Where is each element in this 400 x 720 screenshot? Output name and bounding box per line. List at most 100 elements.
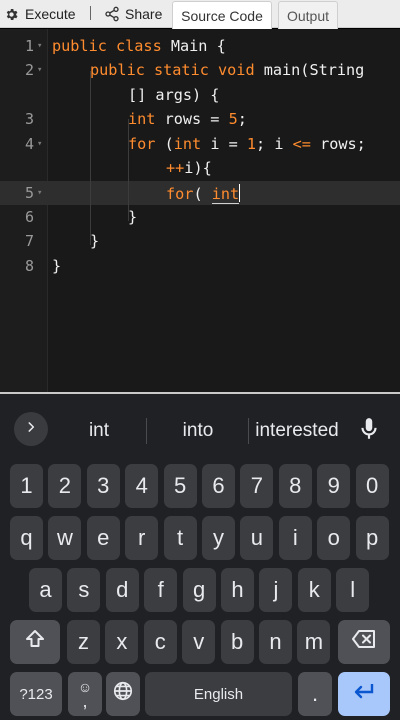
key-b[interactable]: b bbox=[220, 620, 254, 664]
line-number: 7 bbox=[24, 232, 34, 250]
key-o[interactable]: o bbox=[317, 516, 351, 560]
shift-arrow-icon bbox=[23, 627, 47, 657]
fold-icon[interactable]: ▾ bbox=[37, 188, 45, 198]
key-p[interactable]: p bbox=[355, 516, 389, 560]
key-8[interactable]: 8 bbox=[278, 464, 312, 508]
enter-key[interactable] bbox=[338, 672, 390, 716]
backspace-icon bbox=[351, 628, 377, 656]
line-number: 8 bbox=[24, 257, 34, 275]
key-l[interactable]: l bbox=[336, 568, 370, 612]
key-v[interactable]: v bbox=[182, 620, 216, 664]
execute-button[interactable]: Execute bbox=[4, 0, 76, 28]
code-text: rows; bbox=[310, 135, 366, 153]
code-line: int rows = 5; bbox=[128, 110, 247, 128]
code-editor[interactable]: 1 ▾ 2 ▾ 3 4 ▾ 5 ▾ 6 7 8 public class Mai… bbox=[0, 29, 400, 392]
keyword: public class bbox=[52, 37, 162, 55]
gear-icon bbox=[4, 7, 19, 22]
code-text: ( bbox=[155, 135, 174, 153]
number-literal: 1 bbox=[246, 135, 257, 153]
key-a[interactable]: a bbox=[29, 568, 62, 612]
code-line: } bbox=[90, 232, 100, 250]
typed-word: int bbox=[211, 185, 240, 204]
code-text: rows = bbox=[155, 110, 229, 128]
key-2[interactable]: 2 bbox=[48, 464, 82, 508]
key-c[interactable]: c bbox=[143, 620, 177, 664]
number-literal: 5 bbox=[228, 110, 238, 128]
code-line-current: for( int bbox=[166, 184, 241, 204]
key-4[interactable]: 4 bbox=[125, 464, 159, 508]
code-line: for (int i = 1; i <= rows; bbox=[128, 135, 366, 153]
key-h[interactable]: h bbox=[221, 568, 254, 612]
tab-source-code[interactable]: Source Code bbox=[172, 1, 272, 29]
key-s[interactable]: s bbox=[67, 568, 101, 612]
globe-icon bbox=[112, 680, 134, 708]
key-g[interactable]: g bbox=[182, 568, 216, 612]
tab-output[interactable]: Output bbox=[278, 1, 338, 29]
line-number: 4 bbox=[24, 135, 34, 153]
key-f[interactable]: f bbox=[144, 568, 178, 612]
key-1[interactable]: 1 bbox=[10, 464, 43, 508]
suggestions-expand-button[interactable] bbox=[14, 412, 48, 446]
code-line: } bbox=[52, 257, 62, 275]
key-0[interactable]: 0 bbox=[355, 464, 389, 508]
key-i[interactable]: i bbox=[278, 516, 312, 560]
comma-label: , bbox=[82, 691, 88, 711]
code-line: } bbox=[128, 208, 138, 226]
key-x[interactable]: x bbox=[105, 620, 139, 664]
line-number: 6 bbox=[24, 208, 34, 226]
share-button[interactable]: Share bbox=[104, 0, 162, 28]
line-number: 3 bbox=[24, 110, 34, 128]
share-icon bbox=[104, 6, 120, 22]
suggestion-item[interactable]: int bbox=[62, 420, 136, 442]
indent-guide bbox=[90, 71, 91, 245]
key-r[interactable]: r bbox=[125, 516, 159, 560]
key-n[interactable]: n bbox=[259, 620, 292, 664]
keyword: for bbox=[128, 135, 156, 153]
key-5[interactable]: 5 bbox=[163, 464, 197, 508]
fold-icon[interactable]: ▾ bbox=[37, 65, 45, 75]
keyword: public static void bbox=[90, 61, 255, 79]
symbols-key[interactable]: ?123 bbox=[10, 672, 62, 716]
key-j[interactable]: j bbox=[259, 568, 293, 612]
space-key[interactable]: English bbox=[145, 672, 292, 716]
key-d[interactable]: d bbox=[105, 568, 139, 612]
keyword: int bbox=[173, 135, 202, 153]
suggestion-bar: int into interested bbox=[0, 394, 400, 456]
fold-icon[interactable]: ▾ bbox=[37, 41, 45, 51]
key-y[interactable]: y bbox=[202, 516, 235, 560]
suggestion-item[interactable]: interested bbox=[252, 420, 342, 442]
key-k[interactable]: k bbox=[297, 568, 331, 612]
code-line: public static void main(String bbox=[90, 61, 364, 79]
key-3[interactable]: 3 bbox=[86, 464, 120, 508]
backspace-key[interactable] bbox=[338, 620, 390, 664]
keyword: int bbox=[128, 110, 156, 128]
emoji-comma-key[interactable]: ☺, bbox=[68, 672, 102, 716]
suggestion-item[interactable]: into bbox=[158, 420, 238, 442]
key-m[interactable]: m bbox=[297, 620, 331, 664]
shift-key[interactable] bbox=[10, 620, 60, 664]
key-z[interactable]: z bbox=[67, 620, 100, 664]
key-t[interactable]: t bbox=[163, 516, 197, 560]
microphone-button[interactable] bbox=[356, 416, 382, 447]
key-q[interactable]: q bbox=[10, 516, 43, 560]
operator: <= bbox=[292, 135, 311, 153]
chevron-right-icon bbox=[24, 420, 38, 439]
code-line-wrap: ++i){ bbox=[166, 159, 212, 177]
keyword: for bbox=[166, 185, 194, 203]
share-label: Share bbox=[125, 6, 163, 22]
key-period[interactable]: . bbox=[298, 672, 332, 716]
key-w[interactable]: w bbox=[48, 516, 82, 560]
toolbar: Execute Share Source Code Output bbox=[0, 0, 400, 29]
microphone-icon bbox=[356, 418, 382, 446]
fold-icon[interactable]: ▾ bbox=[37, 139, 45, 149]
key-9[interactable]: 9 bbox=[317, 464, 351, 508]
key-u[interactable]: u bbox=[240, 516, 274, 560]
code-text: i){ bbox=[184, 159, 212, 177]
suggestion-divider bbox=[248, 418, 249, 444]
key-e[interactable]: e bbox=[86, 516, 120, 560]
key-7[interactable]: 7 bbox=[240, 464, 274, 508]
code-text: Main { bbox=[161, 37, 226, 55]
code-text: main(String bbox=[254, 61, 365, 79]
key-6[interactable]: 6 bbox=[202, 464, 235, 508]
language-key[interactable] bbox=[106, 672, 140, 716]
